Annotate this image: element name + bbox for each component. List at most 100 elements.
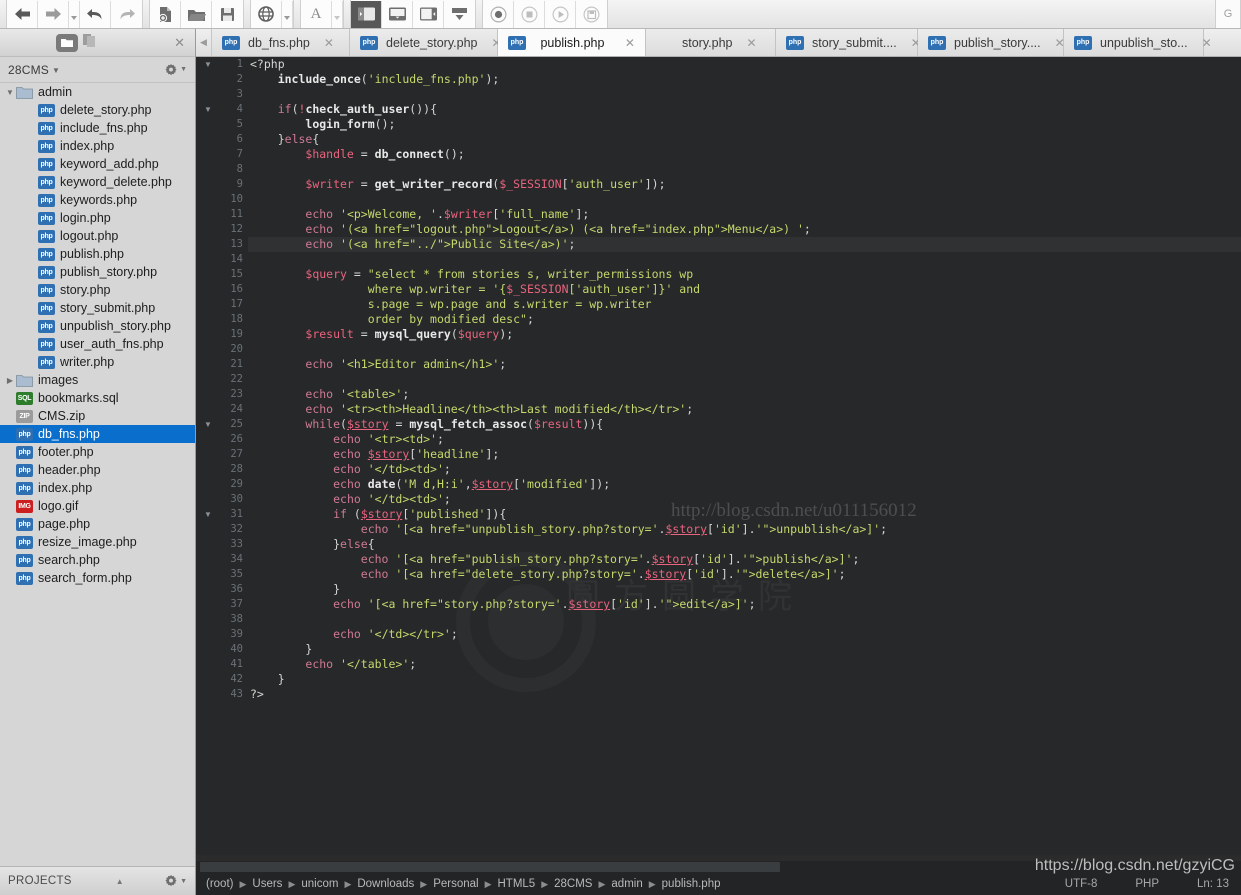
font-dropdown-caret-icon[interactable] [332, 0, 343, 28]
chevron-left-icon[interactable]: ◀ [196, 29, 212, 56]
tree-file[interactable]: php footer.php [0, 443, 195, 461]
tree-file[interactable]: php user_auth_fns.php [0, 335, 195, 353]
tree-folder[interactable]: ▼ admin [0, 83, 195, 101]
code-line[interactable] [248, 612, 1241, 627]
open-folder-icon[interactable] [181, 0, 212, 28]
tree-file[interactable]: php story_submit.php [0, 299, 195, 317]
fold-toggle-icon[interactable]: ▼ [196, 417, 220, 432]
new-file-icon[interactable] [150, 0, 181, 28]
code-line[interactable]: } [248, 642, 1241, 657]
panel-left-icon[interactable] [351, 0, 382, 28]
fold-toggle-icon[interactable]: ▼ [196, 102, 220, 117]
editor-tab[interactable]: php db_fns.php ✕ [212, 29, 350, 56]
undo-icon[interactable] [80, 0, 111, 28]
forward-icon[interactable] [38, 0, 69, 28]
line-indicator[interactable]: Ln: 13 [1197, 878, 1229, 890]
code-line[interactable]: echo '(<a href="../">Public Site</a>)'; [248, 237, 1241, 252]
code-line[interactable]: echo '(<a href="logout.php">Logout</a>) … [248, 222, 1241, 237]
breadcrumb[interactable]: (root) ▶ Users ▶ unicom ▶ Downloads ▶ Personal ▶ H… [206, 878, 726, 890]
breadcrumb-segment[interactable]: unicom [301, 878, 338, 890]
play-icon[interactable] [545, 0, 576, 28]
close-icon[interactable]: ✕ [174, 35, 185, 51]
encoding-indicator[interactable]: UTF-8 [1065, 878, 1098, 890]
tree-file[interactable]: php writer.php [0, 353, 195, 371]
close-icon[interactable]: ✕ [625, 36, 635, 50]
panel-bottom-icon[interactable] [382, 0, 413, 28]
code-line[interactable]: if(!check_auth_user()){ [248, 102, 1241, 117]
tree-file[interactable]: SQL bookmarks.sql [0, 389, 195, 407]
tree-file[interactable]: php db_fns.php [0, 425, 195, 443]
code-line[interactable]: echo '<h1>Editor admin</h1>'; [248, 357, 1241, 372]
code-line[interactable] [248, 342, 1241, 357]
code-line[interactable]: }else{ [248, 537, 1241, 552]
code-line[interactable]: echo date('M d,H:i',$story['modified']); [248, 477, 1241, 492]
save-macro-icon[interactable] [576, 0, 607, 28]
breadcrumb-segment[interactable]: admin [611, 878, 642, 890]
panel-right-icon[interactable] [413, 0, 444, 28]
editor-tab[interactable]: phpstory.php✕ [646, 29, 776, 56]
tree-file[interactable]: php keyword_add.php [0, 155, 195, 173]
fold-toggle-icon[interactable]: ▼ [196, 507, 220, 522]
code-line[interactable]: <?php [248, 57, 1241, 72]
code-editor[interactable]: 圆方圆学院 ▼ ▼ ▼ ▼ 1 2 3 4 5 6 7 8 9 10 11 12 13 14 15 16 17 18 19… [196, 57, 1241, 855]
save-icon[interactable] [212, 0, 243, 28]
gear-icon[interactable]: ▼ [164, 63, 187, 77]
tree-file[interactable]: php page.php [0, 515, 195, 533]
editor-tab[interactable]: php delete_story.php ✕ [350, 29, 502, 56]
project-tree[interactable]: ▼ admin php delete_story.php php include_fns.… [0, 83, 195, 865]
globe-icon[interactable] [251, 0, 282, 28]
code-line[interactable]: $result = mysql_query($query); [248, 327, 1241, 342]
tree-file[interactable]: php resize_image.php [0, 533, 195, 551]
tree-file[interactable]: php keyword_delete.php [0, 173, 195, 191]
tree-file[interactable]: IMG logo.gif [0, 497, 195, 515]
code-line[interactable]: while($story = mysql_fetch_assoc($result… [248, 417, 1241, 432]
back-icon[interactable] [7, 0, 38, 28]
editor-tab[interactable]: php publish_story.... ✕ [918, 29, 1065, 56]
tree-file[interactable]: php index.php [0, 479, 195, 497]
redo-icon[interactable] [111, 0, 142, 28]
stop-icon[interactable] [514, 0, 545, 28]
code-line[interactable]: order by modified desc"; [248, 312, 1241, 327]
project-name[interactable]: 28CMS ▼ [8, 63, 60, 77]
code-line[interactable]: ?> [248, 687, 1241, 702]
forward-dropdown-caret-icon[interactable] [69, 0, 80, 28]
code-line[interactable]: echo '<table>'; [248, 387, 1241, 402]
font-icon[interactable]: A [301, 0, 332, 28]
code-line[interactable]: echo '<tr><td>'; [248, 432, 1241, 447]
tree-folder[interactable]: ▶ images [0, 371, 195, 389]
tree-file[interactable]: php delete_story.php [0, 101, 195, 119]
breadcrumb-segment[interactable]: Personal [433, 878, 478, 890]
gear-icon[interactable]: ▼ [164, 874, 187, 888]
code-line[interactable]: $query = "select * from stories s, write… [248, 267, 1241, 282]
tree-file[interactable]: php story.php [0, 281, 195, 299]
code-line[interactable]: echo '</td></tr>'; [248, 627, 1241, 642]
code-line[interactable]: $writer = get_writer_record($_SESSION['a… [248, 177, 1241, 192]
breadcrumb-segment[interactable]: Users [252, 878, 282, 890]
tree-file[interactable]: php publish.php [0, 245, 195, 263]
breadcrumb-segment[interactable]: 28CMS [554, 878, 592, 890]
code-line[interactable]: where wp.writer = '{$_SESSION['auth_user… [248, 282, 1241, 297]
tree-file[interactable]: php index.php [0, 137, 195, 155]
breadcrumb-segment[interactable]: publish.php [662, 878, 721, 890]
chevron-down-icon[interactable]: ▼ [4, 88, 16, 97]
code-line[interactable]: echo '[<a href="unpublish_story.php?stor… [248, 522, 1241, 537]
code-line[interactable]: login_form(); [248, 117, 1241, 132]
code-line[interactable]: echo '[<a href="story.php?story='.$story… [248, 597, 1241, 612]
tree-file[interactable]: php header.php [0, 461, 195, 479]
tree-file[interactable]: php publish_story.php [0, 263, 195, 281]
record-icon[interactable] [483, 0, 514, 28]
code-line[interactable]: s.page = wp.page and s.writer = wp.write… [248, 297, 1241, 312]
code-line[interactable]: echo '[<a href="delete_story.php?story='… [248, 567, 1241, 582]
close-icon[interactable]: ✕ [324, 36, 334, 50]
code-line[interactable]: echo '</table>'; [248, 657, 1241, 672]
folder-icon[interactable] [56, 33, 78, 52]
breadcrumb-segment[interactable]: (root) [206, 878, 233, 890]
tree-file[interactable]: php logout.php [0, 227, 195, 245]
editor-tab-bar[interactable]: ◀ php db_fns.php ✕ php delete_story.php ✕ php p… [196, 29, 1241, 57]
code-line[interactable] [248, 192, 1241, 207]
close-icon[interactable]: ✕ [1202, 36, 1212, 50]
tree-file[interactable]: php search_form.php [0, 569, 195, 587]
code-line[interactable]: echo '<p>Welcome, '.$writer['full_name']… [248, 207, 1241, 222]
chevron-up-icon[interactable]: ▲ [116, 877, 124, 886]
breadcrumb-segment[interactable]: HTML5 [498, 878, 536, 890]
